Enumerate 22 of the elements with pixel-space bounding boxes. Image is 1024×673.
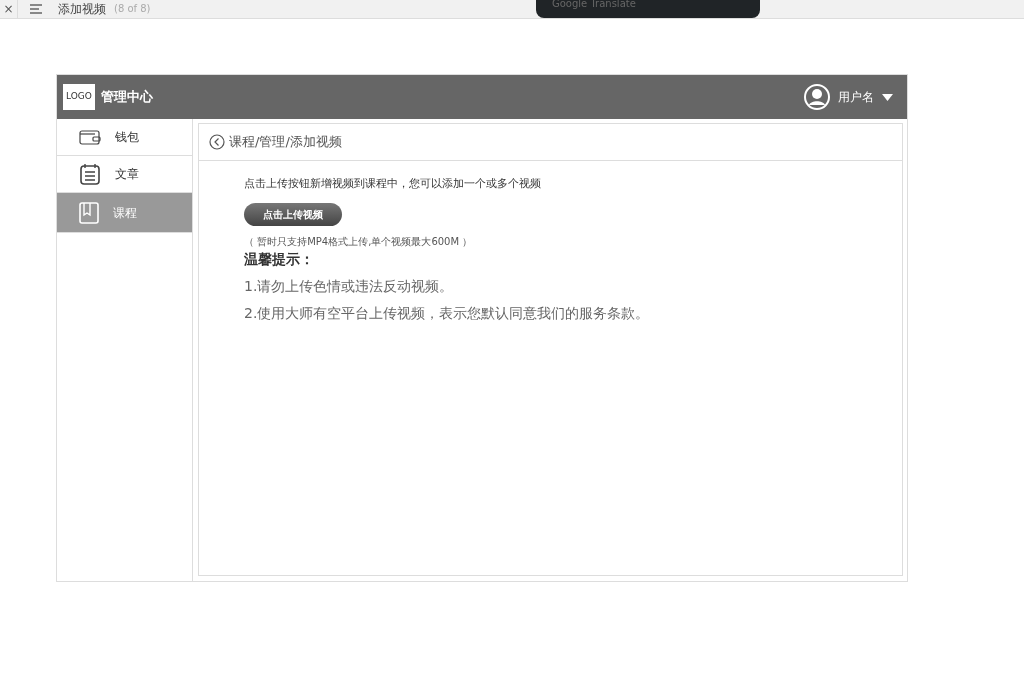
wallet-icon xyxy=(79,129,101,145)
page-counter: (8 of 8) xyxy=(114,2,151,16)
tips-title: 温馨提示： xyxy=(244,249,315,269)
user-avatar-icon xyxy=(804,84,830,110)
translate-popup: Google Translate xyxy=(536,0,760,18)
menu-icon[interactable] xyxy=(30,4,42,14)
close-button[interactable]: × xyxy=(0,0,18,18)
notepad-icon xyxy=(79,163,101,185)
page-title: 添加视频 xyxy=(58,1,106,18)
tip-text: 1.请勿上传色情或违法反动视频。 xyxy=(244,276,455,296)
logo: LOGO xyxy=(63,84,95,110)
breadcrumb: 课程/管理/添加视频 xyxy=(229,133,342,152)
user-name[interactable]: 用户名 xyxy=(838,88,874,106)
header-title: 管理中心 xyxy=(101,88,153,107)
intro-text: 点击上传按钮新增视频到课程中，您可以添加一个或多个视频 xyxy=(244,176,542,192)
upload-video-button[interactable]: 点击上传视频 xyxy=(244,202,342,226)
upload-note: （ 暂时只支持MP4格式上传,单个视频最大600M ） xyxy=(244,234,474,249)
back-icon[interactable] xyxy=(209,134,225,150)
bookmark-book-icon xyxy=(79,201,99,224)
tip-text: 2.使用大师有空平台上传视频，表示您默认同意我们的服务条款。 xyxy=(244,303,651,323)
caret-icon[interactable] xyxy=(882,93,893,101)
sidebar-item[interactable]: 钱包 xyxy=(57,119,192,156)
